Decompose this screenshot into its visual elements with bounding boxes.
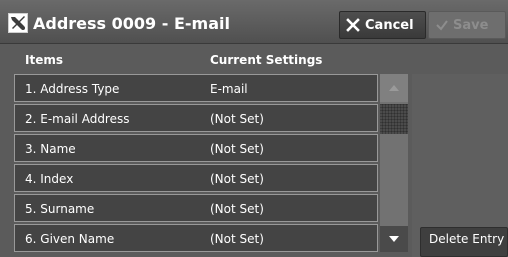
address-book-tools-icon xyxy=(8,13,28,33)
item-label: 3. Name xyxy=(25,142,76,156)
cancel-label: Cancel xyxy=(365,17,414,33)
item-value: (Not Set) xyxy=(210,112,264,126)
scroll-up-button[interactable] xyxy=(380,74,408,102)
delete-entry-button[interactable]: Delete Entry xyxy=(420,227,508,257)
arrow-up-icon xyxy=(389,85,399,91)
delete-entry-label: Delete Entry xyxy=(429,232,505,246)
item-value: (Not Set) xyxy=(210,142,264,156)
list-scrollbar[interactable] xyxy=(380,74,408,252)
save-button[interactable]: Save xyxy=(428,11,506,39)
item-label: 1. Address Type xyxy=(25,82,120,96)
item-label: 6. Given Name xyxy=(25,232,115,246)
page-title: Address 0009 - E-mail xyxy=(33,14,230,33)
item-value: (Not Set) xyxy=(210,172,264,186)
save-label: Save xyxy=(453,17,489,33)
list-item[interactable]: 6. Given Name (Not Set) xyxy=(14,224,378,252)
column-header-items: Items xyxy=(25,53,63,67)
arrow-down-icon xyxy=(389,236,399,242)
list-item[interactable]: 5. Surname (Not Set) xyxy=(14,194,378,222)
list-item[interactable]: 4. Index (Not Set) xyxy=(14,164,378,192)
close-x-icon xyxy=(346,18,360,32)
item-value: E-mail xyxy=(210,82,248,96)
list-item[interactable]: 1. Address Type E-mail xyxy=(14,74,378,102)
item-label: 2. E-mail Address xyxy=(25,112,130,126)
list-item[interactable]: 2. E-mail Address (Not Set) xyxy=(14,104,378,132)
list-item[interactable]: 3. Name (Not Set) xyxy=(14,134,378,162)
cancel-button[interactable]: Cancel xyxy=(339,11,426,39)
title-bar: Address 0009 - E-mail Cancel Save xyxy=(0,0,508,44)
item-label: 5. Surname xyxy=(25,202,95,216)
column-header-current-settings: Current Settings xyxy=(210,53,323,67)
scroll-down-button[interactable] xyxy=(380,226,408,252)
scroll-thumb[interactable] xyxy=(380,104,408,134)
item-label: 4. Index xyxy=(25,172,74,186)
checkmark-icon xyxy=(436,20,448,31)
item-value: (Not Set) xyxy=(210,232,264,246)
item-value: (Not Set) xyxy=(210,202,264,216)
